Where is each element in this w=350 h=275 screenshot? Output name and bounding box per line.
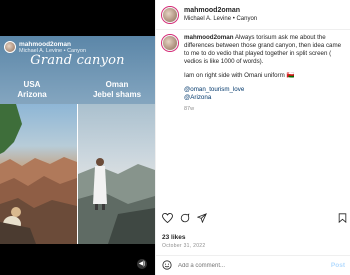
caption-timestamp: 87w [184,106,195,112]
left-label-line2: Arizona [17,90,47,99]
like-heart-icon[interactable] [162,213,173,223]
post-date: October 31, 2022 [162,243,206,249]
video-title: Grand canyon [30,53,125,68]
left-location-label: USA Arizona [2,80,62,100]
hashtag-link-2[interactable]: @Arizona [184,94,346,102]
header-location[interactable]: Michael A. Levine • Canyon [184,15,257,23]
right-location-label: Oman Jebel shams [82,80,152,100]
comment-bar: Post [156,255,350,275]
caption-avatar[interactable] [162,35,178,51]
post-caption: mahmood2oman Always torisum ask me about… [162,34,347,113]
left-canyon-scene [0,104,77,244]
caption-paragraph-1: mahmood2oman Always torisum ask me about… [184,34,346,66]
comment-bubble-icon[interactable] [180,213,190,223]
action-bar [162,210,347,226]
mute-toggle-icon[interactable]: ◀) [137,259,147,269]
share-send-icon[interactable] [197,213,207,223]
jebel-shams-illustration [78,158,155,244]
bookmark-save-icon[interactable] [338,213,347,223]
instagram-post: mahmood2oman Michael A. Levine • Canyon … [0,0,350,275]
emoji-smiley-icon[interactable] [162,257,172,275]
post-header: mahmood2oman Michael A. Levine • Canyon [156,0,350,30]
header-username[interactable]: mahmood2oman [184,6,257,15]
comment-input[interactable] [178,262,325,269]
right-canyon-scene [78,104,155,244]
video-overlay-avatar [4,41,16,53]
left-label-line1: USA [23,80,41,89]
post-details-panel: mahmood2oman Michael A. Levine • Canyon … [155,0,350,275]
right-label-line1: Oman [105,80,129,89]
likes-count[interactable]: 23 likes [162,234,186,241]
video-player[interactable]: mahmood2oman Michael A. Levine • Canyon … [0,36,155,275]
profile-avatar[interactable] [162,6,178,23]
canyon-illustration [0,104,77,244]
right-label-line2: Jebel shams [92,90,142,99]
caption-username[interactable]: mahmood2oman [184,34,234,41]
caption-body: mahmood2oman Always torisum ask me about… [184,34,346,113]
post-media[interactable]: mahmood2oman Michael A. Levine • Canyon … [0,0,155,275]
video-letterbox-bottom [0,244,155,275]
hashtag-link-1[interactable]: @oman_tourism_love [184,86,346,94]
caption-text-2: Iam on right side with Omani uniform 🇴🇲 [184,72,295,79]
video-overlay-username: mahmood2oman [19,41,72,48]
post-comment-button[interactable]: Post [331,262,345,269]
